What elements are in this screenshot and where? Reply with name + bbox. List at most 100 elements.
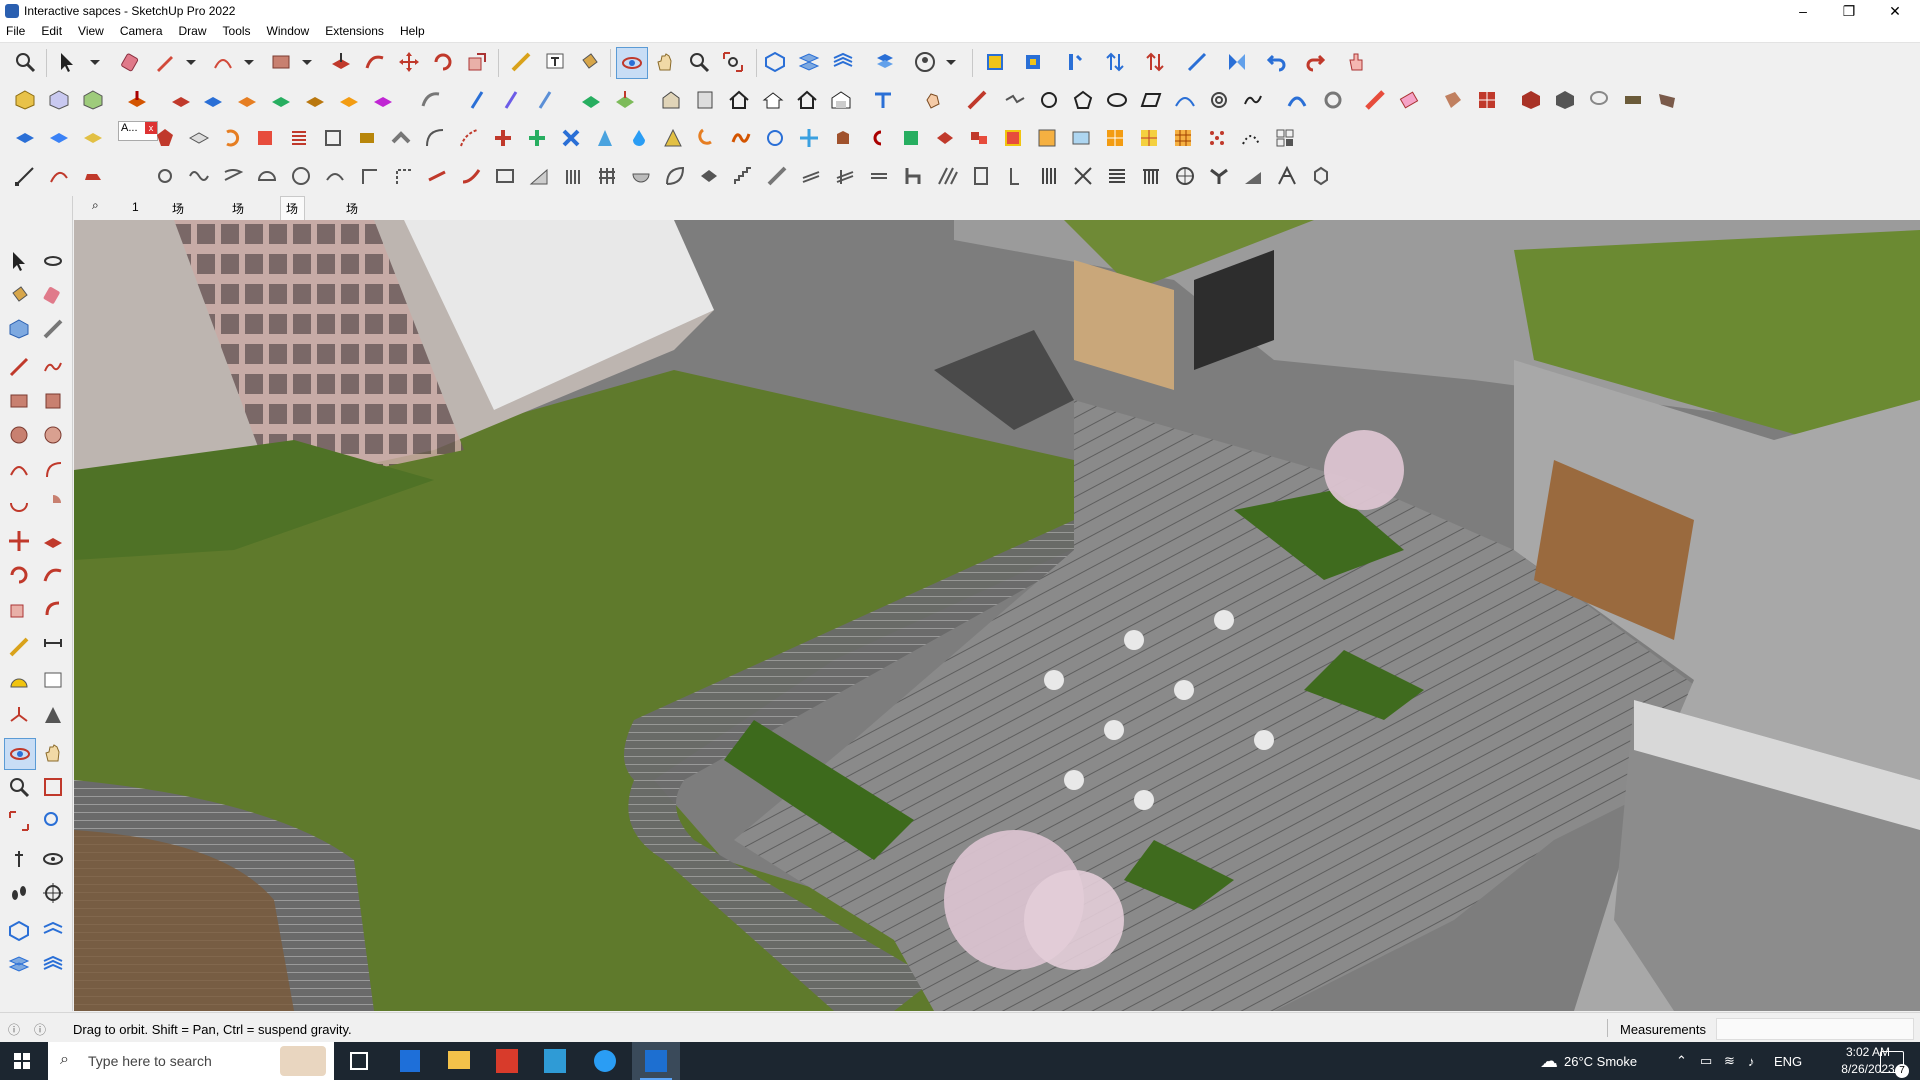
- menu-view[interactable]: View: [70, 22, 112, 38]
- component-icon[interactable]: [10, 85, 40, 115]
- offset-left-icon[interactable]: [38, 594, 68, 624]
- roof-icon[interactable]: [758, 85, 788, 115]
- plank-icon[interactable]: [1618, 85, 1648, 115]
- followme-left-icon[interactable]: [38, 560, 68, 590]
- look-around-left-icon[interactable]: [38, 844, 68, 874]
- comb-icon[interactable]: [1136, 161, 1166, 191]
- menu-camera[interactable]: Camera: [112, 22, 171, 38]
- corner-icon[interactable]: [354, 161, 384, 191]
- arc-blue-icon[interactable]: [1282, 85, 1312, 115]
- building-icon[interactable]: [656, 85, 686, 115]
- volume-icon[interactable]: ♪: [1748, 1042, 1755, 1080]
- menu-extensions[interactable]: Extensions: [317, 22, 392, 38]
- layer-yellow-icon[interactable]: [78, 123, 108, 153]
- section-plane-icon[interactable]: [1060, 47, 1090, 77]
- image-frame-icon[interactable]: [1066, 123, 1096, 153]
- arc3-left-icon[interactable]: [4, 488, 34, 518]
- push-blue-icon[interactable]: [198, 85, 228, 115]
- drop-icon[interactable]: [624, 123, 654, 153]
- stairs-icon[interactable]: [728, 161, 758, 191]
- ruby-icon[interactable]: [150, 123, 180, 153]
- dropdown-arrow-icon[interactable]: [176, 47, 206, 77]
- house-outline-icon[interactable]: [792, 85, 822, 115]
- dropdown-arrow-icon[interactable]: [936, 47, 966, 77]
- thumb-icon[interactable]: [918, 85, 948, 115]
- freehand-left-icon[interactable]: [38, 352, 68, 382]
- boxes-red-icon[interactable]: [964, 123, 994, 153]
- cone-icon[interactable]: [590, 123, 620, 153]
- line-red-icon[interactable]: [422, 161, 452, 191]
- dome-icon[interactable]: [252, 161, 282, 191]
- grid-yellow-icon[interactable]: [1134, 123, 1164, 153]
- sketchup-taskbar-button[interactable]: [632, 1042, 680, 1080]
- sandbox-icon[interactable]: [610, 85, 640, 115]
- rails-2-icon[interactable]: [830, 161, 860, 191]
- notification-center-icon[interactable]: 7: [1880, 1051, 1909, 1078]
- orbit-icon[interactable]: [616, 47, 648, 79]
- eraser-icon[interactable]: [116, 47, 146, 77]
- iso-left-icon[interactable]: [4, 916, 34, 946]
- autocad-app-icon[interactable]: [496, 1049, 518, 1073]
- zoom-tool-icon[interactable]: [684, 47, 714, 77]
- square-red-icon[interactable]: [250, 123, 280, 153]
- protractor-left-icon[interactable]: [4, 666, 34, 696]
- text-left-icon[interactable]: [38, 666, 68, 696]
- layers-left-icon[interactable]: [4, 950, 34, 980]
- curve-red-icon[interactable]: [456, 161, 486, 191]
- font-tool-icon[interactable]: [868, 85, 898, 115]
- top-view-icon[interactable]: [794, 47, 824, 77]
- grid-amber-icon[interactable]: [1168, 123, 1198, 153]
- zoom-window-left-icon[interactable]: [38, 772, 68, 802]
- scene-search-icon[interactable]: ⌕: [87, 197, 104, 214]
- rotate-ring-icon[interactable]: [1318, 85, 1348, 115]
- eraser-pink-icon[interactable]: [1394, 85, 1424, 115]
- move-icon[interactable]: [394, 47, 424, 77]
- joint-push-pull-icon[interactable]: [166, 85, 196, 115]
- move-blue-icon[interactable]: [794, 123, 824, 153]
- menu-edit[interactable]: Edit: [33, 22, 70, 38]
- polygon-icon[interactable]: [1068, 85, 1098, 115]
- fan-icon[interactable]: [1204, 161, 1234, 191]
- 3d-warehouse-icon[interactable]: [980, 47, 1010, 77]
- 3dsmax-app-icon[interactable]: [544, 1049, 566, 1073]
- grid-red-icon[interactable]: [1472, 85, 1502, 115]
- undo-orange-icon[interactable]: [216, 123, 246, 153]
- mirror-icon[interactable]: [1222, 47, 1252, 77]
- post-icon[interactable]: [1000, 161, 1030, 191]
- wifi-icon[interactable]: ≋: [1724, 1042, 1735, 1080]
- layer-blue-icon[interactable]: [10, 123, 40, 153]
- taskbar-search-box[interactable]: ⌕ Type here to search: [48, 1042, 334, 1080]
- wave-icon[interactable]: [184, 161, 214, 191]
- box-gold-icon[interactable]: [998, 123, 1028, 153]
- text-icon[interactable]: [540, 47, 570, 77]
- scale-icon[interactable]: [462, 47, 492, 77]
- layer-blue-2-icon[interactable]: [44, 123, 74, 153]
- orbit-left-icon[interactable]: [4, 738, 36, 770]
- pan-left-icon[interactable]: [38, 738, 68, 768]
- sphere-icon[interactable]: [286, 161, 316, 191]
- paint-bucket-icon[interactable]: [574, 47, 604, 77]
- solid-tool-icon[interactable]: [1550, 85, 1580, 115]
- box-wood-icon[interactable]: [352, 123, 382, 153]
- previous-view-left-icon[interactable]: [38, 806, 68, 836]
- sweep-icon[interactable]: [320, 161, 350, 191]
- close-button[interactable]: ✕: [1872, 0, 1918, 22]
- fence-icon[interactable]: [592, 161, 622, 191]
- pencil-line-icon[interactable]: [962, 85, 992, 115]
- panel-door-icon[interactable]: [966, 161, 996, 191]
- grid-orange-icon[interactable]: [1100, 123, 1130, 153]
- tape-left-icon[interactable]: [38, 314, 68, 344]
- table-icon[interactable]: [490, 161, 520, 191]
- section-purple-icon[interactable]: [496, 85, 526, 115]
- pipe-icon[interactable]: [386, 123, 416, 153]
- arrows-up-down-icon[interactable]: [1100, 47, 1130, 77]
- orbit-small-icon[interactable]: [38, 246, 68, 276]
- arc-thin-icon[interactable]: [420, 123, 450, 153]
- follow-me-icon[interactable]: [360, 47, 390, 77]
- push-orange-icon[interactable]: [232, 85, 262, 115]
- stack-icon[interactable]: [284, 123, 314, 153]
- section-left-icon[interactable]: [38, 878, 68, 908]
- menu-help[interactable]: Help: [392, 22, 433, 38]
- file-explorer-icon[interactable]: [448, 1051, 470, 1069]
- curve-dots-icon[interactable]: [1236, 123, 1266, 153]
